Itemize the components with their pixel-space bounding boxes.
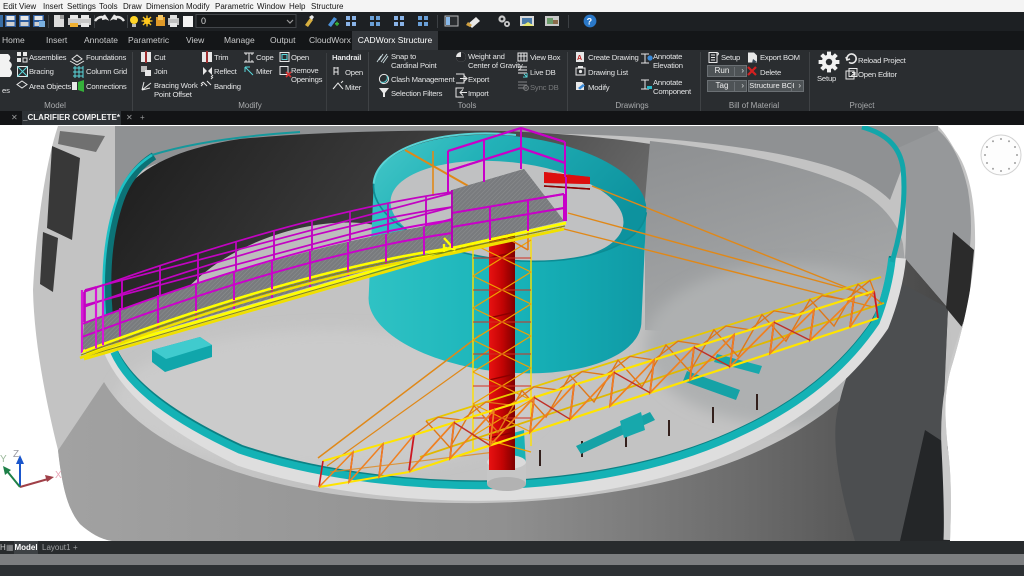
svg-text:X: X <box>55 470 62 481</box>
svg-text:?: ? <box>587 16 593 26</box>
svg-text:0: 0 <box>201 16 206 26</box>
svg-text:Z: Z <box>13 449 19 460</box>
svg-text:A: A <box>577 55 582 62</box>
svg-text:Y: Y <box>0 454 7 465</box>
